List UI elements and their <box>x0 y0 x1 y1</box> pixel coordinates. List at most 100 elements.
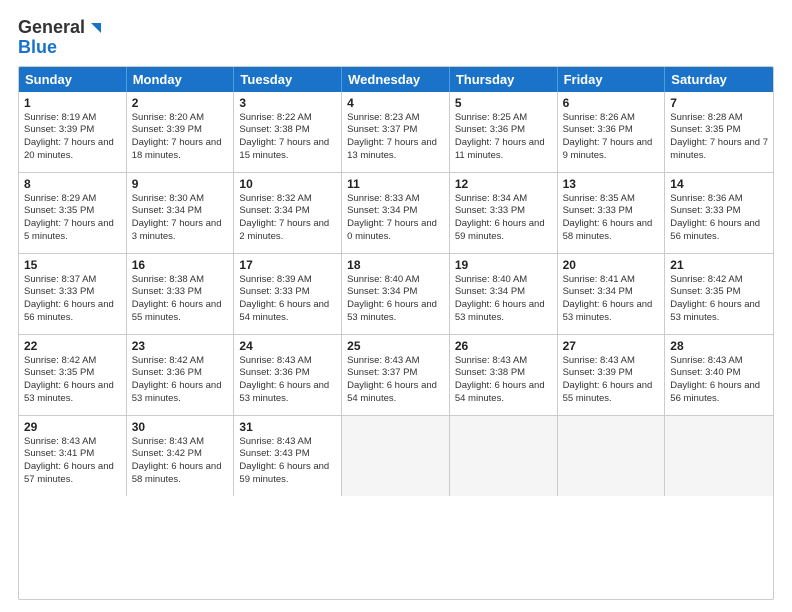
sunset-line: Sunset: 3:35 PM <box>670 286 768 299</box>
day-number: 9 <box>132 177 229 191</box>
table-row: 2 Sunrise: 8:20 AM Sunset: 3:39 PM Dayli… <box>127 92 235 172</box>
sunrise-line: Sunrise: 8:38 AM <box>132 274 229 287</box>
table-row: 30 Sunrise: 8:43 AM Sunset: 3:42 PM Dayl… <box>127 416 235 496</box>
daylight-label: Daylight: 7 hours and 3 minutes. <box>132 218 229 244</box>
day-number: 6 <box>563 96 660 110</box>
sunset-line: Sunset: 3:37 PM <box>347 367 444 380</box>
calendar-week-5: 29 Sunrise: 8:43 AM Sunset: 3:41 PM Dayl… <box>19 416 773 496</box>
daylight-label: Daylight: 6 hours and 55 minutes. <box>132 299 229 325</box>
day-number: 25 <box>347 339 444 353</box>
sunset-line: Sunset: 3:33 PM <box>24 286 121 299</box>
sunrise-line: Sunrise: 8:35 AM <box>563 193 660 206</box>
table-row: 3 Sunrise: 8:22 AM Sunset: 3:38 PM Dayli… <box>234 92 342 172</box>
table-row: 22 Sunrise: 8:42 AM Sunset: 3:35 PM Dayl… <box>19 335 127 415</box>
header: General Blue <box>18 18 774 58</box>
day-number: 26 <box>455 339 552 353</box>
sunrise-line: Sunrise: 8:32 AM <box>239 193 336 206</box>
day-number: 5 <box>455 96 552 110</box>
calendar-header-row: SundayMondayTuesdayWednesdayThursdayFrid… <box>19 67 773 92</box>
daylight-label: Daylight: 6 hours and 53 minutes. <box>563 299 660 325</box>
sunset-line: Sunset: 3:33 PM <box>563 205 660 218</box>
daylight-label: Daylight: 7 hours and 9 minutes. <box>563 137 660 163</box>
daylight-label: Daylight: 6 hours and 53 minutes. <box>24 380 121 406</box>
sunrise-line: Sunrise: 8:41 AM <box>563 274 660 287</box>
table-row: 25 Sunrise: 8:43 AM Sunset: 3:37 PM Dayl… <box>342 335 450 415</box>
sunset-line: Sunset: 3:33 PM <box>132 286 229 299</box>
sunset-line: Sunset: 3:37 PM <box>347 124 444 137</box>
sunset-line: Sunset: 3:42 PM <box>132 448 229 461</box>
calendar-header-friday: Friday <box>558 67 666 92</box>
table-row: 23 Sunrise: 8:42 AM Sunset: 3:36 PM Dayl… <box>127 335 235 415</box>
sunset-line: Sunset: 3:34 PM <box>347 286 444 299</box>
calendar-week-2: 8 Sunrise: 8:29 AM Sunset: 3:35 PM Dayli… <box>19 173 773 254</box>
sunrise-line: Sunrise: 8:19 AM <box>24 112 121 125</box>
daylight-label: Daylight: 6 hours and 59 minutes. <box>455 218 552 244</box>
calendar-header-monday: Monday <box>127 67 235 92</box>
day-number: 23 <box>132 339 229 353</box>
table-row <box>665 416 773 496</box>
sunrise-line: Sunrise: 8:39 AM <box>239 274 336 287</box>
sunset-line: Sunset: 3:39 PM <box>132 124 229 137</box>
table-row: 31 Sunrise: 8:43 AM Sunset: 3:43 PM Dayl… <box>234 416 342 496</box>
table-row <box>450 416 558 496</box>
logo: General Blue <box>18 18 105 58</box>
sunrise-line: Sunrise: 8:30 AM <box>132 193 229 206</box>
daylight-label: Daylight: 6 hours and 53 minutes. <box>670 299 768 325</box>
sunset-line: Sunset: 3:41 PM <box>24 448 121 461</box>
sunset-line: Sunset: 3:36 PM <box>455 124 552 137</box>
daylight-label: Daylight: 7 hours and 7 minutes. <box>670 137 768 163</box>
sunset-line: Sunset: 3:38 PM <box>455 367 552 380</box>
sunrise-line: Sunrise: 8:29 AM <box>24 193 121 206</box>
day-number: 7 <box>670 96 768 110</box>
sunrise-line: Sunrise: 8:20 AM <box>132 112 229 125</box>
calendar-header-wednesday: Wednesday <box>342 67 450 92</box>
calendar: SundayMondayTuesdayWednesdayThursdayFrid… <box>18 66 774 600</box>
sunset-line: Sunset: 3:35 PM <box>24 205 121 218</box>
table-row: 24 Sunrise: 8:43 AM Sunset: 3:36 PM Dayl… <box>234 335 342 415</box>
day-number: 27 <box>563 339 660 353</box>
day-number: 19 <box>455 258 552 272</box>
daylight-label: Daylight: 7 hours and 15 minutes. <box>239 137 336 163</box>
sunrise-line: Sunrise: 8:43 AM <box>347 355 444 368</box>
table-row: 29 Sunrise: 8:43 AM Sunset: 3:41 PM Dayl… <box>19 416 127 496</box>
daylight-label: Daylight: 6 hours and 53 minutes. <box>347 299 444 325</box>
daylight-label: Daylight: 7 hours and 20 minutes. <box>24 137 121 163</box>
sunset-line: Sunset: 3:39 PM <box>24 124 121 137</box>
sunset-line: Sunset: 3:39 PM <box>563 367 660 380</box>
daylight-label: Daylight: 6 hours and 54 minutes. <box>455 380 552 406</box>
logo-general: General <box>18 18 85 38</box>
calendar-header-sunday: Sunday <box>19 67 127 92</box>
daylight-label: Daylight: 6 hours and 58 minutes. <box>132 461 229 487</box>
sunset-line: Sunset: 3:38 PM <box>239 124 336 137</box>
day-number: 18 <box>347 258 444 272</box>
sunset-line: Sunset: 3:33 PM <box>455 205 552 218</box>
daylight-label: Daylight: 7 hours and 0 minutes. <box>347 218 444 244</box>
day-number: 16 <box>132 258 229 272</box>
page: General Blue SundayMondayTuesdayWednesda… <box>0 0 792 612</box>
sunset-line: Sunset: 3:33 PM <box>670 205 768 218</box>
table-row: 7 Sunrise: 8:28 AM Sunset: 3:35 PM Dayli… <box>665 92 773 172</box>
table-row: 1 Sunrise: 8:19 AM Sunset: 3:39 PM Dayli… <box>19 92 127 172</box>
calendar-header-tuesday: Tuesday <box>234 67 342 92</box>
day-number: 17 <box>239 258 336 272</box>
sunrise-line: Sunrise: 8:43 AM <box>239 355 336 368</box>
table-row: 8 Sunrise: 8:29 AM Sunset: 3:35 PM Dayli… <box>19 173 127 253</box>
daylight-label: Daylight: 6 hours and 53 minutes. <box>132 380 229 406</box>
daylight-label: Daylight: 7 hours and 2 minutes. <box>239 218 336 244</box>
daylight-label: Daylight: 6 hours and 53 minutes. <box>239 380 336 406</box>
table-row: 13 Sunrise: 8:35 AM Sunset: 3:33 PM Dayl… <box>558 173 666 253</box>
day-number: 22 <box>24 339 121 353</box>
logo-blue: Blue <box>18 38 105 58</box>
sunrise-line: Sunrise: 8:33 AM <box>347 193 444 206</box>
daylight-label: Daylight: 6 hours and 55 minutes. <box>563 380 660 406</box>
sunrise-line: Sunrise: 8:42 AM <box>132 355 229 368</box>
sunset-line: Sunset: 3:40 PM <box>670 367 768 380</box>
daylight-label: Daylight: 6 hours and 58 minutes. <box>563 218 660 244</box>
daylight-label: Daylight: 6 hours and 56 minutes. <box>670 218 768 244</box>
day-number: 13 <box>563 177 660 191</box>
sunrise-line: Sunrise: 8:23 AM <box>347 112 444 125</box>
day-number: 10 <box>239 177 336 191</box>
sunset-line: Sunset: 3:35 PM <box>24 367 121 380</box>
table-row: 9 Sunrise: 8:30 AM Sunset: 3:34 PM Dayli… <box>127 173 235 253</box>
table-row: 18 Sunrise: 8:40 AM Sunset: 3:34 PM Dayl… <box>342 254 450 334</box>
